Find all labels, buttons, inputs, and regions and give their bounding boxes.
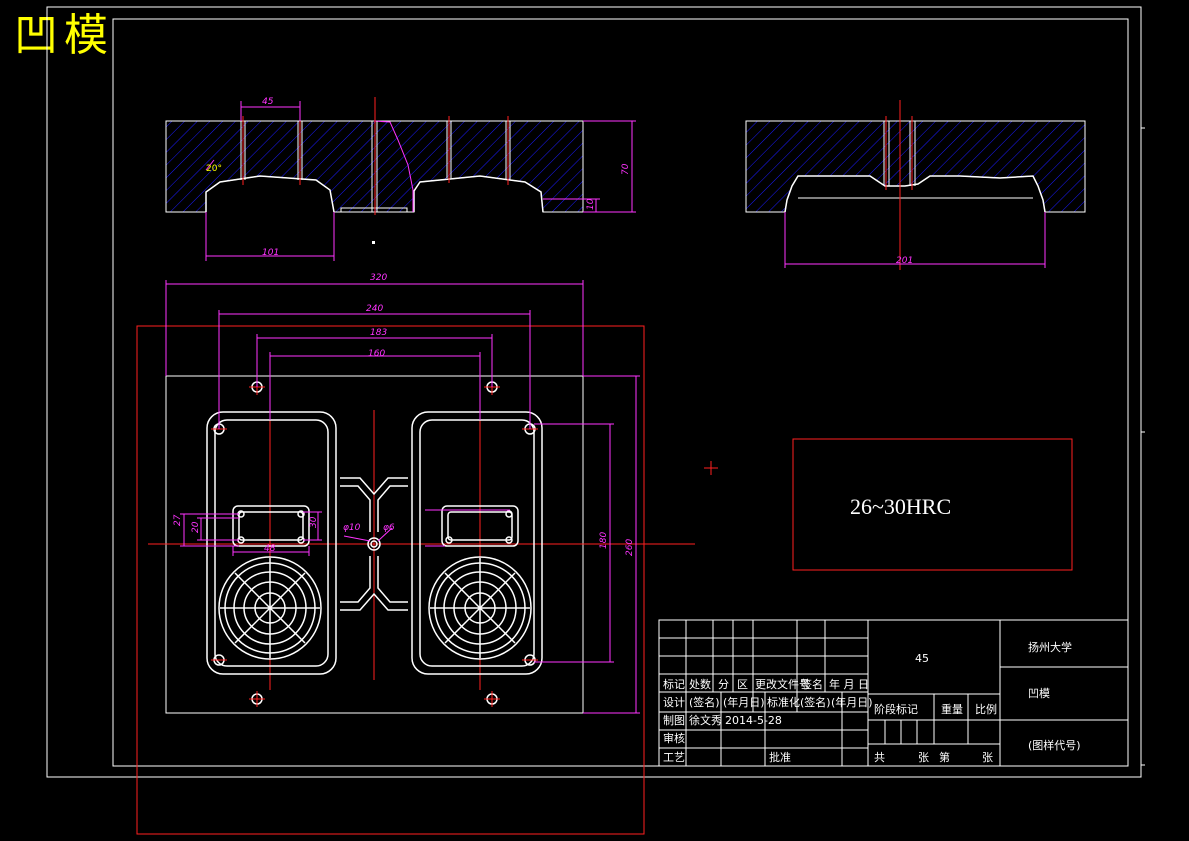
cavity-left bbox=[206, 411, 337, 675]
boundary-red-rect bbox=[136, 325, 645, 835]
dim-201: 201 bbox=[896, 256, 913, 266]
row-header-date: 年 月 日 bbox=[829, 677, 869, 691]
dim-30: 30 bbox=[309, 516, 319, 528]
dim-160: 160 bbox=[368, 349, 385, 359]
check-label: 审核 bbox=[663, 731, 685, 745]
process-label: 工艺 bbox=[663, 751, 685, 764]
drawing-code: (图样代号) bbox=[1028, 738, 1081, 752]
dim-20deg: 20° bbox=[206, 164, 222, 174]
cavity-right bbox=[411, 411, 543, 675]
standardize-date: (年月日) bbox=[831, 695, 873, 709]
row-header-sign: 签名 bbox=[801, 677, 823, 691]
draw-date: 2014-5-28 bbox=[725, 714, 782, 727]
approve-label: 批准 bbox=[769, 750, 791, 764]
standardize-label: 标准化 bbox=[767, 695, 800, 709]
material: 45 bbox=[915, 652, 929, 665]
dim-phi6: φ6 bbox=[383, 523, 395, 533]
dim-240: 240 bbox=[366, 304, 383, 314]
sheet-unit-label: 张 bbox=[982, 751, 993, 764]
dim-10: 10 bbox=[586, 198, 596, 210]
dim-101: 101 bbox=[262, 248, 279, 258]
dim-phi10: φ10 bbox=[343, 523, 361, 533]
hardness-note: 26~30HRC bbox=[850, 494, 951, 519]
draw-label: 制图 bbox=[663, 714, 685, 727]
row-header-fen: 分 bbox=[718, 678, 729, 691]
design-date: (年月日) bbox=[723, 695, 765, 709]
dim-20: 20 bbox=[191, 521, 201, 533]
draw-name: 徐文秀 bbox=[689, 713, 722, 727]
row-header-count: 处数 bbox=[689, 678, 711, 691]
stage-label: 阶段标记 bbox=[874, 702, 918, 716]
sheets-unit-label: 张 bbox=[918, 751, 929, 764]
dim-27: 27 bbox=[173, 514, 183, 526]
dim-260: 260 bbox=[625, 539, 635, 556]
cad-drawing: 45 70 10 101 20° 201 320 240 183 160 260… bbox=[46, 6, 1145, 835]
sheets-total-label: 共 bbox=[874, 751, 885, 764]
part-name: 凹模 bbox=[1028, 687, 1050, 700]
section-view-right bbox=[745, 100, 1086, 270]
sheet-no-label: 第 bbox=[939, 750, 950, 764]
row-header-mark: 标记 bbox=[663, 677, 685, 691]
weight-label: 重量 bbox=[941, 702, 963, 716]
dim-45: 45 bbox=[262, 97, 274, 107]
dim-180: 180 bbox=[599, 532, 609, 549]
section-right-dimensions bbox=[784, 212, 1046, 268]
dim-320: 320 bbox=[370, 273, 387, 283]
school-name: 扬州大学 bbox=[1028, 640, 1072, 654]
plan-dimensions bbox=[165, 280, 640, 714]
section-view-left bbox=[165, 97, 584, 244]
design-sign: (签名) bbox=[689, 695, 720, 709]
dim-183: 183 bbox=[370, 328, 387, 338]
dim-48: 48 bbox=[264, 544, 276, 554]
row-header-qu: 区 bbox=[737, 678, 748, 691]
scale-label: 比例 bbox=[975, 702, 997, 716]
standardize-sign: (签名) bbox=[800, 695, 831, 709]
design-label: 设计 bbox=[663, 696, 685, 709]
dim-70: 70 bbox=[621, 163, 631, 175]
